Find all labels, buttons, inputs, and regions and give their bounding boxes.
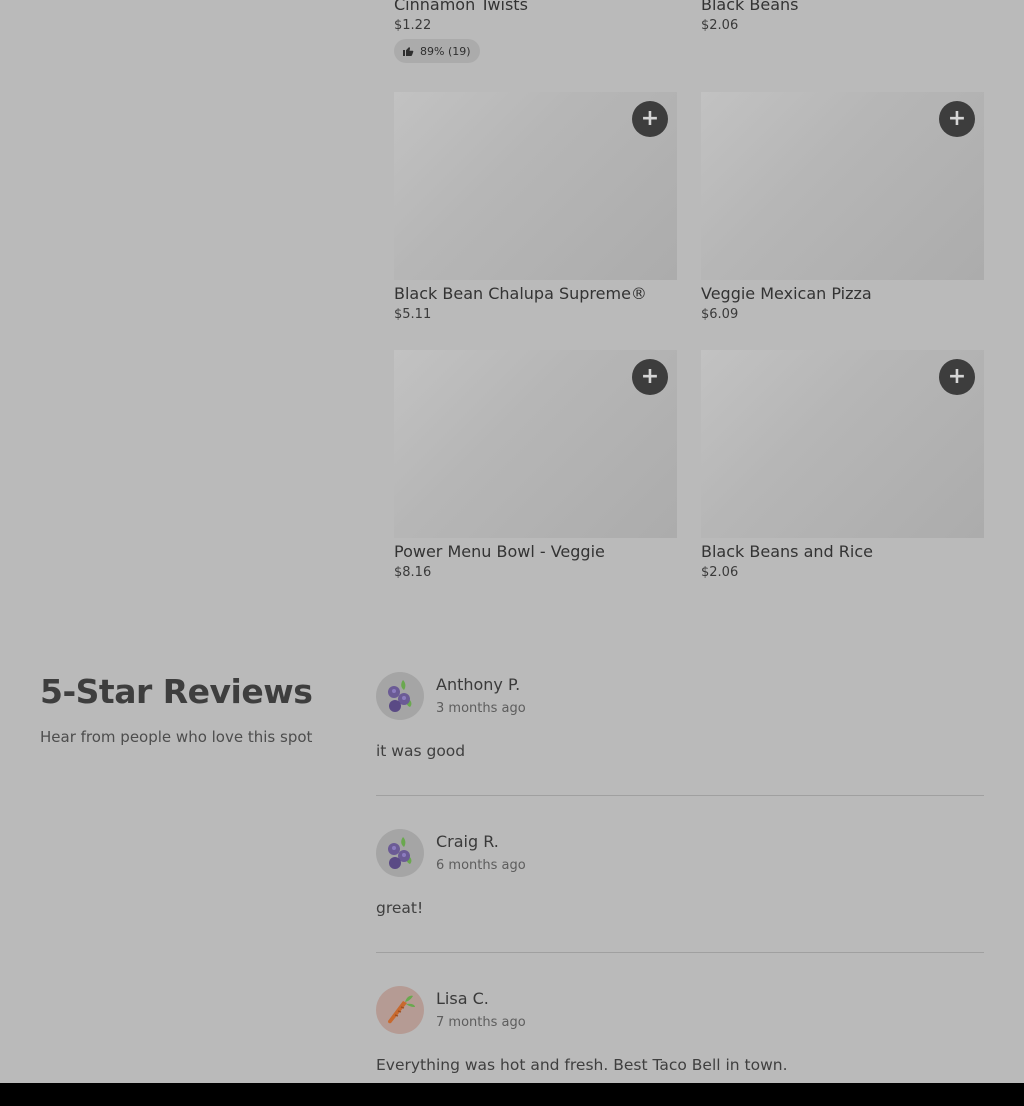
reviews-title: 5-Star Reviews (40, 672, 313, 711)
item-name: Veggie Mexican Pizza (701, 284, 872, 303)
review-time: 6 months ago (436, 858, 526, 873)
reviewer-name: Craig R. (436, 832, 499, 851)
blueberry-icon (388, 837, 412, 869)
review-text: great! (376, 899, 424, 917)
item-price: $2.06 (701, 18, 739, 33)
item-name: Power Menu Bowl - Veggie (394, 542, 605, 561)
item-name: Black Bean Chalupa Supreme® (394, 284, 647, 303)
menu-item-black-beans-and-rice[interactable]: + Black Beans and Rice $2.06 (701, 350, 984, 580)
rating-badge: 89% (19) (394, 39, 480, 63)
add-item-button[interactable]: + (939, 101, 975, 137)
menu-item-black-bean-chalupa[interactable]: + Black Bean Chalupa Supreme® $5.11 (394, 92, 677, 322)
item-name: Black Beans and Rice (701, 542, 873, 561)
reviews-subtitle: Hear from people who love this spot (40, 728, 313, 746)
carrot-icon (388, 995, 415, 1024)
item-name: Cinnamon Twists (394, 0, 528, 14)
add-item-button[interactable]: + (939, 359, 975, 395)
divider (376, 952, 984, 953)
bottom-bar (0, 1083, 1024, 1106)
menu-item-power-menu-bowl[interactable]: + Power Menu Bowl - Veggie $8.16 (394, 350, 677, 580)
avatar (376, 829, 424, 877)
thumbs-up-icon (403, 47, 414, 56)
avatar (376, 986, 424, 1034)
reviews-header: 5-Star Reviews Hear from people who love… (40, 672, 313, 746)
item-name: Black Beans (701, 0, 799, 14)
rating-text: 89% (19) (420, 44, 471, 58)
add-item-button[interactable]: + (632, 101, 668, 137)
review-time: 3 months ago (436, 701, 526, 716)
blueberry-icon (388, 680, 412, 712)
menu-item-cinnamon-twists[interactable]: Cinnamon Twists $1.22 89% (19) (394, 0, 677, 63)
divider (376, 795, 984, 796)
menu-item-black-beans[interactable]: Black Beans $2.06 (701, 0, 984, 33)
item-price: $8.16 (394, 565, 432, 580)
menu-item-veggie-mexican-pizza[interactable]: + Veggie Mexican Pizza $6.09 (701, 92, 984, 322)
item-image[interactable]: + (701, 350, 984, 538)
review-time: 7 months ago (436, 1015, 526, 1030)
avatar (376, 672, 424, 720)
item-price: $1.22 (394, 18, 432, 33)
item-price: $6.09 (701, 307, 739, 322)
item-image[interactable]: + (701, 92, 984, 280)
reviewer-name: Anthony P. (436, 675, 521, 694)
add-item-button[interactable]: + (632, 359, 668, 395)
review-text: Everything was hot and fresh. Best Taco … (376, 1056, 788, 1074)
item-price: $5.11 (394, 307, 432, 322)
item-image[interactable]: + (394, 350, 677, 538)
review-text: it was good (376, 742, 466, 760)
item-image[interactable]: + (394, 92, 677, 280)
item-price: $2.06 (701, 565, 739, 580)
reviewer-name: Lisa C. (436, 989, 489, 1008)
